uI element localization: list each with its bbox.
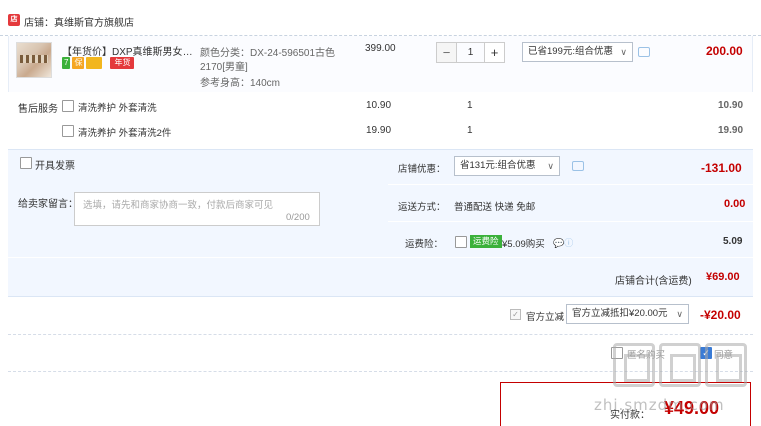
divider xyxy=(8,257,753,258)
shop-total-value: ¥69.00 xyxy=(706,271,740,283)
promo-select[interactable]: 已省199元:组合优惠 ∨ xyxy=(522,42,633,62)
official-discount-checkbox[interactable]: ✓ xyxy=(510,309,521,320)
shop-discount-select[interactable]: 省131元:组合优惠 ∨ xyxy=(454,156,560,176)
service-name: 清洗养护 外套清洗2件 xyxy=(78,128,172,139)
message-label: 给卖家留言： xyxy=(18,199,78,210)
item-thumbnail-pattern xyxy=(20,55,48,63)
help-icon[interactable]: 💬ⓘ xyxy=(553,236,573,249)
nianhuo-badge: 年货 xyxy=(110,57,135,69)
insurance-checkbox[interactable] xyxy=(455,236,467,248)
watermark-text: zhi.smzdm.com xyxy=(594,396,725,414)
invoice-label: 开具发票 xyxy=(35,161,75,172)
divider xyxy=(388,184,753,185)
shop-name[interactable]: 店铺：真维斯官方旗舰店 xyxy=(24,14,134,29)
seven-day-return-badge: 7 xyxy=(62,57,71,69)
item-title[interactable]: 【年货价】DXP真维斯男女童夏装卡通印花短袖 xyxy=(62,43,197,58)
insurance-value: 5.09 xyxy=(723,236,743,247)
item-total: 200.00 xyxy=(706,44,743,58)
chevron-down-icon: ∨ xyxy=(620,47,627,57)
service-total: 19.90 xyxy=(718,125,744,136)
qty-plus-button[interactable]: + xyxy=(484,42,505,63)
sku-size: 2170[男童] xyxy=(200,62,248,73)
qty-input[interactable]: 1 xyxy=(457,42,484,63)
official-discount-label: 官方立减 xyxy=(526,312,565,323)
watermark-logo xyxy=(613,343,753,387)
shipping-label: 运送方式： xyxy=(398,202,446,213)
divider xyxy=(388,221,753,222)
qty-minus-button[interactable]: − xyxy=(436,42,457,63)
watermark-glyph xyxy=(705,343,747,387)
watermark-glyph xyxy=(659,343,701,387)
service-price: 10.90 xyxy=(366,100,392,111)
service-qty: 1 xyxy=(467,125,473,136)
service-price: 19.90 xyxy=(366,125,392,136)
guarantee-badge: 保 xyxy=(72,57,85,69)
divider xyxy=(8,334,753,335)
shipping-value: 0.00 xyxy=(724,198,746,210)
unit-price: 399.00 xyxy=(365,43,396,54)
service-checkbox[interactable] xyxy=(62,125,74,137)
service-total: 10.90 xyxy=(718,100,744,111)
shipping-method: 普通配送 快递 免邮 xyxy=(454,202,536,213)
services-label: 售后服务 xyxy=(18,104,58,115)
official-discount-select[interactable]: 官方立减抵扣¥20.00元 ∨ xyxy=(566,304,689,324)
invoice-checkbox[interactable] xyxy=(20,157,32,169)
shop-discount-label: 店铺优惠： xyxy=(398,164,446,175)
insurance-label: 运费险： xyxy=(405,239,444,250)
service-checkbox[interactable] xyxy=(62,100,74,112)
item-badges: 7 保 年货 xyxy=(62,57,135,69)
service-qty: 1 xyxy=(467,100,473,111)
chat-icon[interactable] xyxy=(572,161,584,171)
quantity-stepper: − 1 + xyxy=(436,42,507,63)
sku-color: 颜色分类：DX-24-596501古色 xyxy=(200,48,336,59)
shop-discount-value: -131.00 xyxy=(701,161,742,175)
insurance-badge: 运费险 xyxy=(470,235,502,248)
card-icon xyxy=(86,57,103,69)
watermark-glyph xyxy=(613,343,655,387)
insurance-price-text: ¥5.09购买 xyxy=(502,239,545,250)
shop-discount-select-value: 省131元:组合优惠 xyxy=(460,160,536,171)
promo-select-value: 已省199元:组合优惠 xyxy=(528,46,613,57)
chevron-down-icon: ∨ xyxy=(547,161,554,171)
shop-icon: 店 xyxy=(8,14,20,26)
official-discount-select-value: 官方立减抵扣¥20.00元 xyxy=(572,308,668,319)
message-char-count: 0/200 xyxy=(286,212,310,223)
shop-total-label: 店铺合计(含运费) xyxy=(615,276,692,287)
official-discount-value: -¥20.00 xyxy=(700,308,741,322)
chat-icon[interactable] xyxy=(638,47,650,57)
sku-height: 参考身高：140cm xyxy=(200,78,281,89)
service-name: 清洗养护 外套清洗 xyxy=(78,103,157,114)
chevron-down-icon: ∨ xyxy=(676,309,683,319)
message-placeholder: 选填，请先和商家协商一致，付款后商家可见 xyxy=(83,200,274,211)
